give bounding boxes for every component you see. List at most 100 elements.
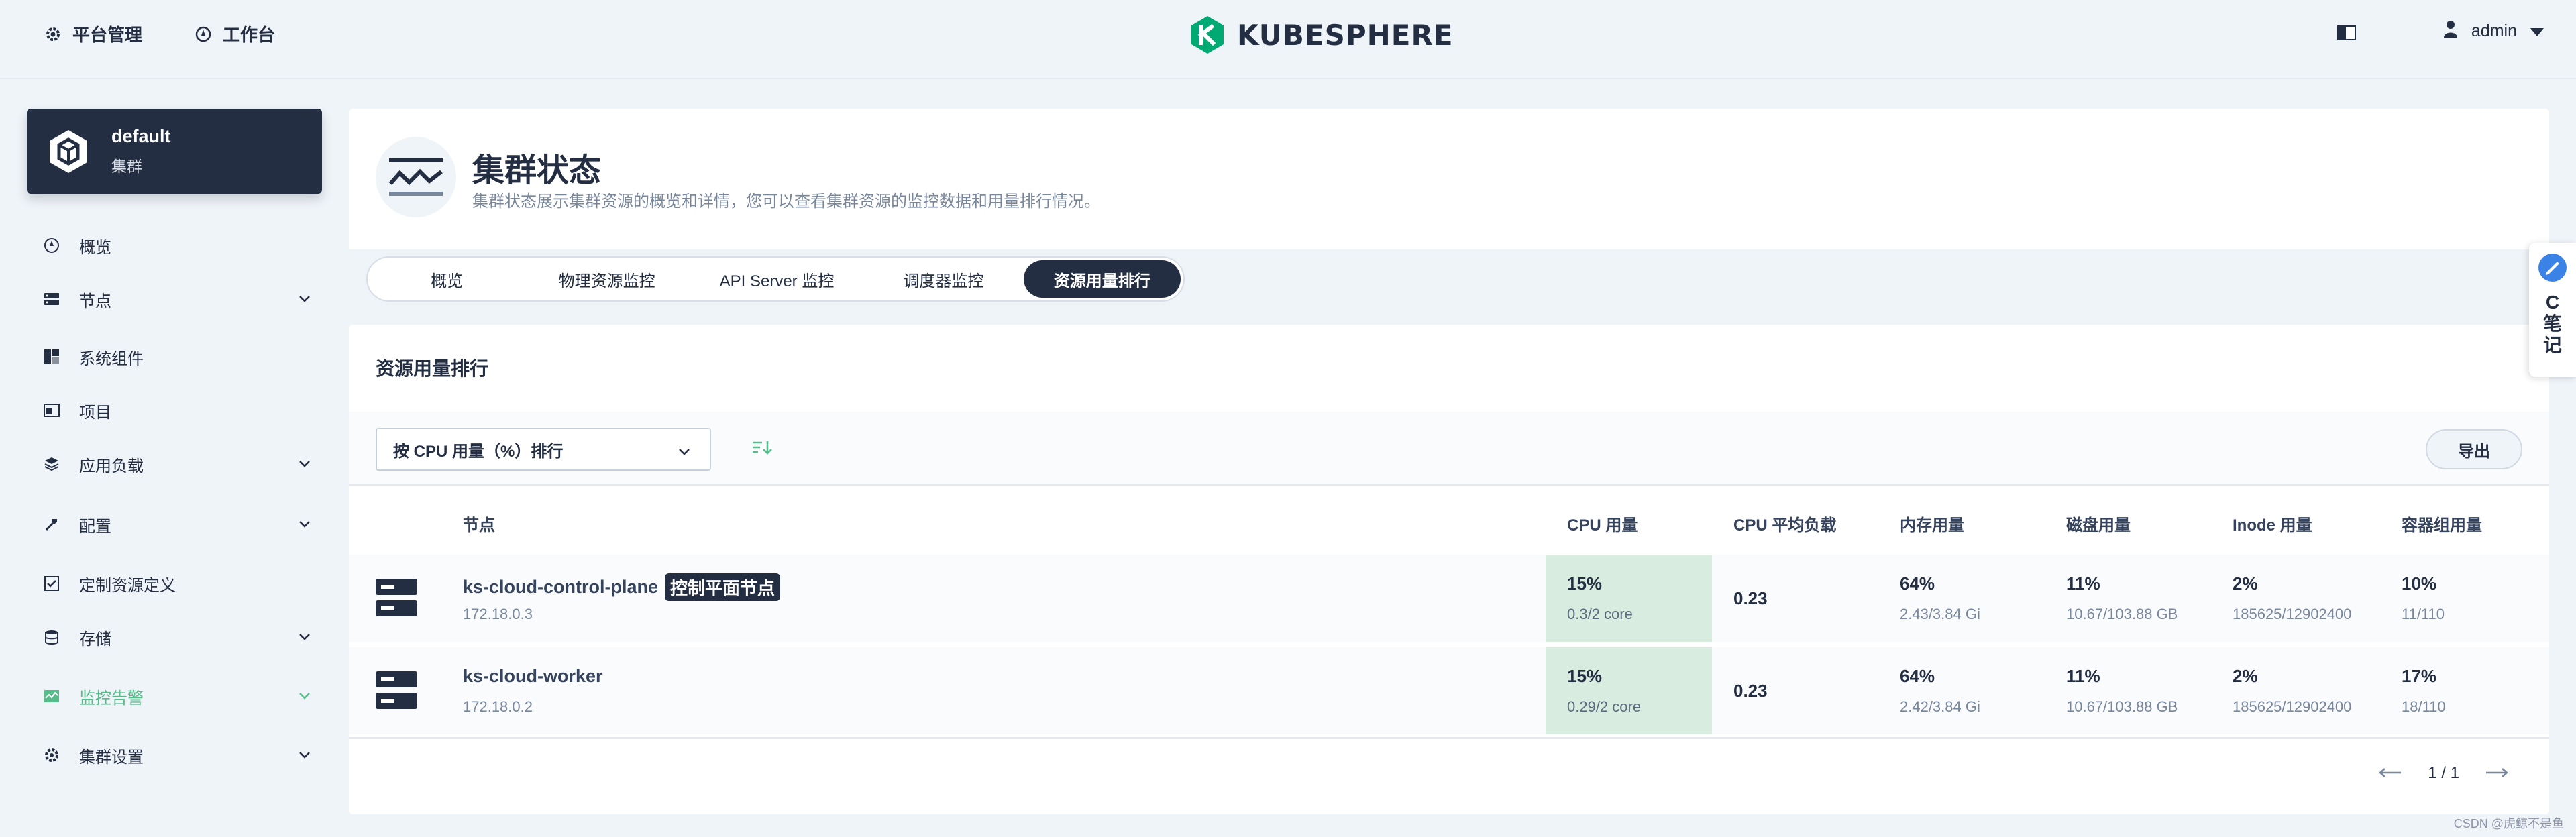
tab-overview[interactable]: 概览	[370, 260, 523, 298]
tab-scheduler[interactable]: 调度器监控	[863, 260, 1023, 298]
pods-usage-detail: 11/110	[2402, 606, 2445, 622]
pods-usage-detail: 18/110	[2402, 698, 2446, 715]
compass-icon	[193, 24, 213, 44]
storage-icon	[43, 628, 60, 646]
disk-usage-cell: 11% 10.67/103.88 GB	[2045, 647, 2211, 734]
workbench-link[interactable]: 工作台	[193, 21, 275, 46]
ranking-card: 资源用量排行 按 CPU 用量（%）排行 导出 节点 CPU 用量 CPU 平均…	[349, 325, 2549, 814]
cpu-usage-detail: 0.3/2 core	[1567, 606, 1633, 622]
tabs-container: 概览 物理资源监控 API Server 监控 调度器监控 资源用量排行	[349, 249, 2549, 317]
notes-widget-label: C笔记	[2542, 292, 2562, 355]
sidebar-item-config[interactable]: 配置	[43, 507, 311, 542]
kubesphere-logo[interactable]: KUBESPHERE	[1189, 15, 1454, 55]
table-row[interactable]: ks-cloud-control-plane 控制平面节点 172.18.0.3…	[349, 555, 2549, 642]
cpu-usage-cell: 15% 0.29/2 core	[1546, 647, 1712, 734]
sidebar-item-components[interactable]: 系统组件	[43, 339, 311, 374]
column-header-pods: 容器组用量	[2402, 516, 2482, 535]
sidebar-item-label: 应用负载	[79, 457, 144, 476]
memory-usage-detail: 2.42/3.84 Gi	[1900, 698, 1980, 715]
memory-usage-value: 64%	[1900, 573, 1935, 594]
caret-down-icon	[2530, 21, 2544, 41]
disk-usage-detail: 10.67/103.88 GB	[2066, 606, 2178, 622]
cluster-card[interactable]: default 集群	[27, 109, 322, 194]
tab-usage-ranking[interactable]: 资源用量排行	[1023, 260, 1181, 298]
column-header-inode: Inode 用量	[2233, 516, 2312, 535]
crd-icon	[43, 575, 60, 592]
cpu-usage-value: 15%	[1567, 573, 1603, 594]
sort-order-icon[interactable]	[751, 439, 773, 461]
column-header-load: CPU 平均负载	[1733, 516, 1837, 535]
sidebar-item-nodes[interactable]: 节点	[43, 282, 311, 317]
inode-usage-cell: 2% 185625/12902400	[2211, 555, 2380, 642]
pods-usage-value: 10%	[2402, 573, 2437, 594]
sidebar-item-cluster-settings[interactable]: 集群设置	[43, 738, 311, 773]
sidebar-item-storage[interactable]: 存储	[43, 620, 311, 655]
cpu-usage-cell: 15% 0.3/2 core	[1546, 555, 1712, 642]
node-name[interactable]: ks-cloud-control-plane 控制平面节点	[463, 573, 781, 601]
sidebar-item-label: 定制资源定义	[79, 576, 176, 595]
pods-usage-cell: 10% 11/110	[2380, 555, 2549, 642]
sidebar-item-label: 系统组件	[79, 349, 144, 368]
sidebar-item-crd[interactable]: 定制资源定义	[43, 566, 311, 601]
sort-select[interactable]: 按 CPU 用量（%）排行	[376, 428, 711, 471]
page-indicator: 1 / 1	[2428, 764, 2459, 782]
cpu-load-value: 0.23	[1733, 681, 1768, 701]
cpu-usage-value: 15%	[1567, 666, 1603, 686]
pagination: 1 / 1	[2378, 764, 2509, 783]
sidebar-item-workloads[interactable]: 应用负载	[43, 447, 311, 482]
notes-widget[interactable]: C笔记	[2529, 243, 2576, 377]
disk-usage-cell: 11% 10.67/103.88 GB	[2045, 555, 2211, 642]
chevron-down-icon	[298, 747, 311, 766]
platform-management-link[interactable]: 平台管理	[43, 21, 142, 46]
disk-usage-value: 11%	[2066, 573, 2100, 594]
divider	[349, 737, 2549, 739]
sidebar-item-label: 集群设置	[79, 748, 144, 767]
node-name[interactable]: ks-cloud-worker	[463, 666, 603, 687]
tab-physical-resources[interactable]: 物理资源监控	[523, 260, 690, 298]
node-name-text: ks-cloud-control-plane	[463, 577, 659, 597]
cluster-name: default	[111, 126, 171, 146]
column-header-node: 节点	[463, 516, 495, 535]
sidebar-item-label: 配置	[79, 517, 111, 536]
cpu-load-value: 0.23	[1733, 588, 1768, 608]
cpu-load-cell: 0.23	[1712, 555, 1878, 642]
memory-usage-cell: 64% 2.42/3.84 Gi	[1878, 647, 2045, 734]
sidebar-item-overview[interactable]: 概览	[43, 228, 311, 263]
sidebar-item-monitoring[interactable]: 监控告警	[43, 679, 311, 714]
disk-usage-value: 11%	[2066, 666, 2100, 686]
tab-api-server[interactable]: API Server 监控	[690, 260, 863, 298]
export-button[interactable]: 导出	[2426, 429, 2522, 469]
pods-usage-cell: 17% 18/110	[2380, 647, 2549, 734]
server-icon	[376, 579, 417, 620]
control-plane-badge: 控制平面节点	[665, 573, 781, 601]
nodes-icon	[43, 290, 60, 308]
page-description: 集群状态展示集群资源的概览和详情，您可以查看集群资源的监控数据和用量排行情况。	[472, 192, 1100, 211]
sidebar-toggle-icon[interactable]	[2337, 25, 2356, 44]
inode-usage-cell: 2% 185625/12902400	[2211, 647, 2380, 734]
prev-page-icon[interactable]	[2378, 764, 2402, 783]
workload-icon	[43, 455, 60, 473]
logo-text: KUBESPHERE	[1237, 18, 1454, 52]
sidebar-item-label: 节点	[79, 292, 111, 311]
table-header: 节点 CPU 用量 CPU 平均负载 内存用量 磁盘用量 Inode 用量 容器…	[349, 488, 2549, 555]
user-icon	[2443, 20, 2458, 42]
cluster-type: 集群	[111, 158, 142, 175]
table-row[interactable]: ks-cloud-worker 172.18.0.2 15% 0.29/2 co…	[349, 647, 2549, 734]
chevron-down-icon	[298, 456, 311, 475]
sidebar-item-label: 监控告警	[79, 689, 144, 708]
inode-usage-value: 2%	[2233, 666, 2258, 686]
chevron-down-icon	[298, 688, 311, 707]
kubesphere-logo-icon	[1191, 16, 1224, 54]
sort-select-value: 按 CPU 用量（%）排行	[393, 442, 564, 461]
next-page-icon[interactable]	[2485, 764, 2509, 783]
inode-usage-value: 2%	[2233, 573, 2258, 594]
sidebar-item-projects[interactable]: 项目	[43, 393, 311, 428]
chevron-down-icon	[298, 291, 311, 310]
column-header-memory: 内存用量	[1900, 516, 1964, 535]
memory-usage-detail: 2.43/3.84 Gi	[1900, 606, 1980, 622]
disk-usage-detail: 10.67/103.88 GB	[2066, 698, 2178, 715]
monitoring-icon	[43, 687, 60, 705]
chevron-down-icon	[678, 444, 691, 463]
page-title: 集群状态	[472, 153, 602, 188]
user-menu[interactable]: admin	[2443, 20, 2544, 42]
